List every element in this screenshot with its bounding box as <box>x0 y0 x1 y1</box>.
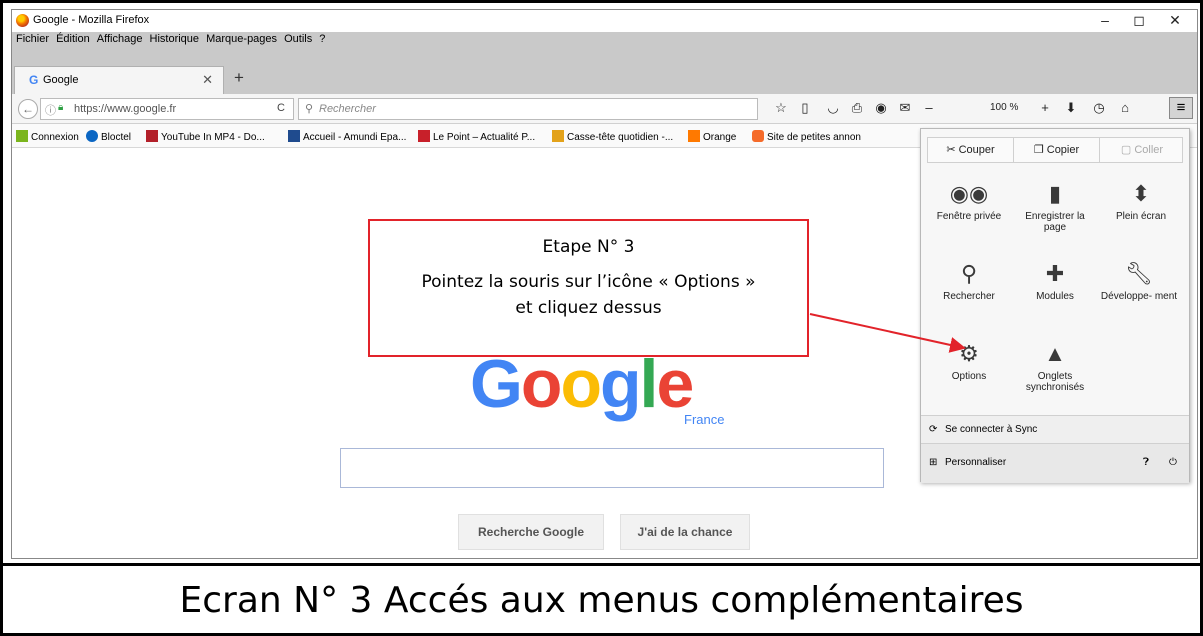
tutorial-frame: Google - Mozilla Firefox – ◻ ✕ Fichier É… <box>0 0 1203 636</box>
screen-caption: Ecran N° 3 Accés aux menus complémentair… <box>179 580 1024 621</box>
firefox-window: Google - Mozilla Firefox – ◻ ✕ Fichier É… <box>11 9 1198 559</box>
divider <box>3 563 1200 566</box>
pointer-arrow <box>809 313 966 353</box>
